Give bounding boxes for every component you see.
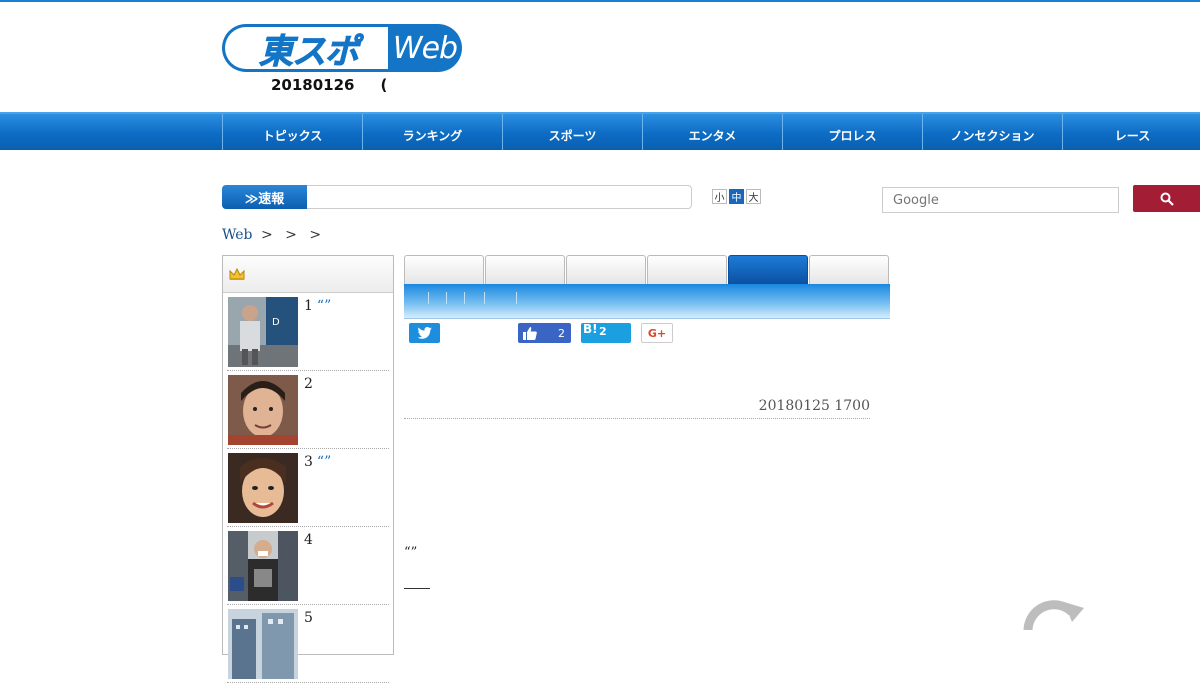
tab-4[interactable]: [647, 255, 727, 285]
ranking-thumbnail[interactable]: [228, 453, 298, 523]
article-divider: [404, 588, 430, 589]
logo-text: 東スポ: [259, 31, 360, 72]
crown-icon: [229, 267, 245, 280]
nav-item-sports[interactable]: スポーツ: [502, 114, 642, 150]
ranking-thumbnail[interactable]: [228, 609, 298, 679]
reload-icon[interactable]: [1020, 600, 1090, 630]
ranking-thumbnail[interactable]: [228, 531, 298, 601]
main-nav: トピックス ランキング スポーツ エンタメ プロレス ノンセクション レース: [0, 112, 1200, 150]
thumbs-up-icon: [523, 326, 537, 340]
nav-item-ranking[interactable]: ランキング: [362, 114, 502, 150]
ranking-sidebar: D 1 “” 2 3 “” 4 5: [222, 255, 394, 683]
font-size-medium-button[interactable]: 中: [729, 189, 744, 204]
tab-5-active[interactable]: [728, 255, 808, 285]
nav-item-topics[interactable]: トピックス: [222, 114, 362, 150]
facebook-like-button[interactable]: 2: [518, 323, 571, 343]
hatena-bookmark-button[interactable]: B! 2: [581, 322, 631, 343]
font-size-switcher: 小 中 大: [712, 189, 761, 204]
nav-item-race[interactable]: レース: [1062, 114, 1200, 150]
top-accent-line: [0, 0, 1200, 2]
breaking-label: ≫速報: [222, 185, 307, 209]
ranking-header: [223, 256, 393, 293]
category-tabs: [404, 255, 890, 319]
search-button[interactable]: [1133, 185, 1200, 212]
article-quote: “”: [404, 545, 418, 560]
breadcrumb: Web > > >: [222, 227, 322, 243]
ranking-item[interactable]: 5: [227, 605, 389, 683]
tab-3[interactable]: [566, 255, 646, 285]
nav-item-prowrestling[interactable]: プロレス: [782, 114, 922, 150]
tab-6[interactable]: [809, 255, 889, 285]
logo-web-text: Web: [392, 30, 458, 66]
google-plus-button[interactable]: G+: [641, 323, 673, 343]
ranking-item[interactable]: 2: [227, 371, 389, 449]
ranking-item[interactable]: 4: [227, 527, 389, 605]
ranking-item[interactable]: 3 “”: [227, 449, 389, 527]
svg-text:D: D: [272, 317, 280, 328]
tab-2[interactable]: [485, 255, 565, 285]
nav-item-entertainment[interactable]: エンタメ: [642, 114, 782, 150]
breaking-ticker[interactable]: [307, 185, 692, 209]
font-size-large-button[interactable]: 大: [746, 189, 761, 204]
breadcrumb-home-link[interactable]: Web: [222, 227, 253, 243]
ranking-item[interactable]: D 1 “”: [227, 293, 389, 371]
ranking-thumbnail[interactable]: D: [228, 297, 298, 367]
twitter-icon: [417, 327, 432, 339]
hatena-icon: B!: [583, 322, 598, 336]
header-date: 20180126(: [271, 76, 388, 94]
site-logo[interactable]: 東スポ Web: [222, 24, 462, 72]
nav-item-nonsection[interactable]: ノンセクション: [922, 114, 1062, 150]
twitter-share-button[interactable]: [409, 323, 440, 343]
ranking-thumbnail[interactable]: [228, 375, 298, 445]
breaking-news-bar: ≫速報: [222, 185, 692, 209]
article-date: 20180125 1700: [404, 398, 870, 419]
tab-1[interactable]: [404, 255, 484, 285]
tab-subnav: [404, 284, 890, 319]
font-size-small-button[interactable]: 小: [712, 189, 727, 204]
search-icon: [1160, 192, 1174, 206]
search-input[interactable]: [882, 187, 1119, 213]
